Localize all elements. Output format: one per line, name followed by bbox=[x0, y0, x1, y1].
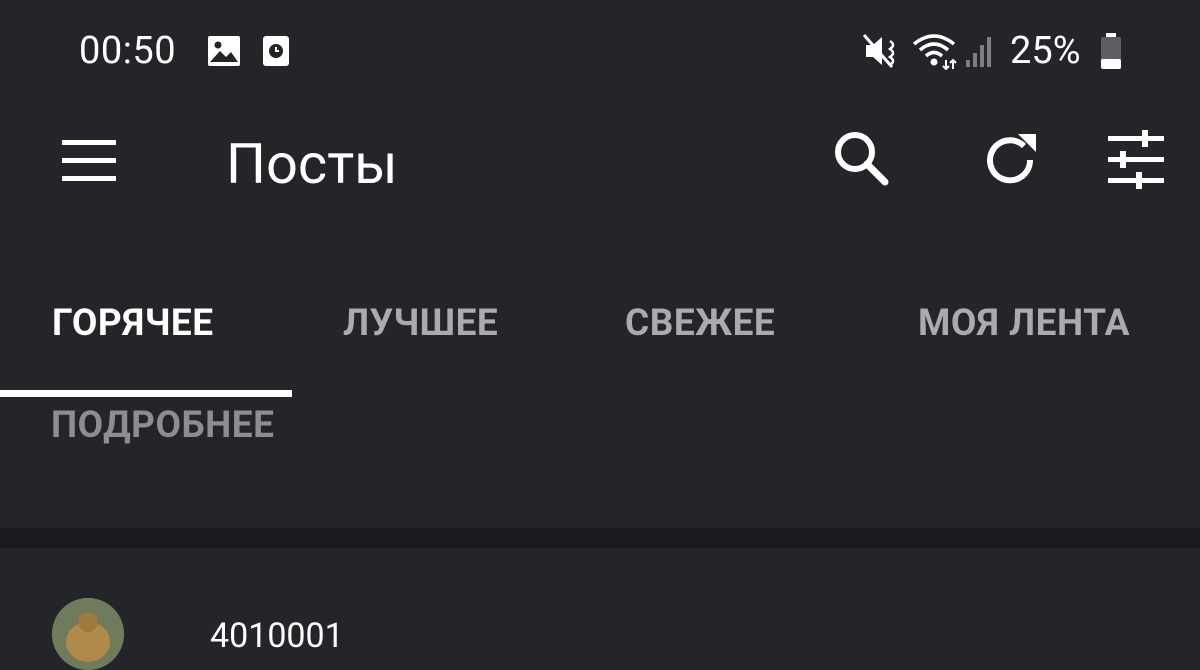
tab-indicator bbox=[0, 390, 292, 397]
menu-icon[interactable] bbox=[62, 140, 116, 182]
mute-icon bbox=[862, 34, 895, 68]
tab-hot[interactable]: ГОРЯЧЕЕ bbox=[52, 304, 214, 344]
tab-fresh[interactable]: СВЕЖЕЕ bbox=[625, 304, 775, 344]
post-author[interactable]: 4010001 bbox=[210, 616, 344, 656]
post-divider bbox=[0, 528, 1200, 548]
avatar-image bbox=[52, 598, 124, 670]
signal-icon bbox=[966, 37, 991, 67]
tab-my-feed[interactable]: МОЯ ЛЕНТА bbox=[918, 304, 1130, 344]
app-bar: Посты bbox=[0, 100, 1200, 230]
search-icon[interactable] bbox=[829, 126, 893, 190]
clock-notification-icon bbox=[263, 36, 289, 66]
tab-bar: ГОРЯЧЕЕ ЛУЧШЕЕ СВЕЖЕЕ МОЯ ЛЕНТА bbox=[0, 280, 1200, 398]
image-icon bbox=[208, 36, 240, 66]
wifi-icon bbox=[912, 34, 957, 70]
avatar[interactable] bbox=[52, 598, 124, 670]
tab-best[interactable]: ЛУЧШЕЕ bbox=[343, 304, 498, 344]
status-bar: 00:50 25% bbox=[0, 0, 1200, 100]
filter-icon[interactable] bbox=[1104, 128, 1168, 192]
battery-percentage: 25% bbox=[1010, 29, 1081, 73]
status-time: 00:50 bbox=[79, 29, 177, 73]
battery-icon bbox=[1101, 33, 1121, 69]
refresh-icon[interactable] bbox=[980, 128, 1044, 192]
more-button[interactable]: ПОДРОБНЕЕ bbox=[51, 406, 274, 446]
page-title: Посты bbox=[226, 131, 398, 197]
feed-content: ПОДРОБНЕЕ 4010001 bbox=[0, 398, 1200, 670]
